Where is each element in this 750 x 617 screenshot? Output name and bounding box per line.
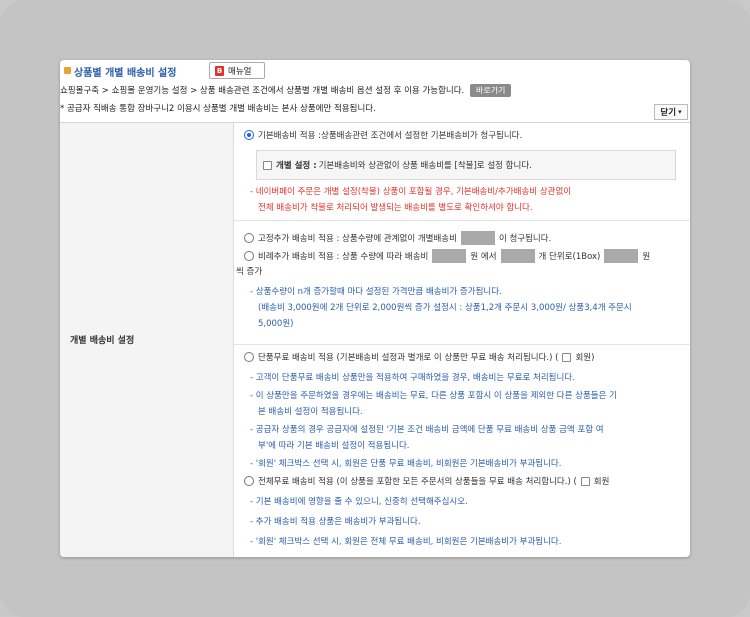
radio-ratio[interactable] [244, 251, 254, 261]
title-bar: 상품별 개별 배송비 설정 B 매뉴얼 [60, 60, 690, 82]
single-help-5: 부'에 따라 기본 배송비 설정이 적용됩니다. [258, 441, 410, 451]
manual-button-label: 매뉴얼 [228, 66, 252, 77]
close-button-label: 닫기 [660, 108, 677, 118]
radio-fixed[interactable] [244, 233, 254, 243]
ratio-help-1: - 상품수량이 n개 증가할때 마다 설정된 가격만큼 배송비가 증가됩니다. [250, 287, 502, 297]
all-member-label: 회원 [593, 477, 610, 487]
manual-book-icon: B [215, 65, 224, 76]
breadcrumb: 쇼핑몰구축 > 쇼핑몰 운영기능 설정 > 상품 배송관련 조건에서 상품별 개… [60, 84, 690, 100]
single-help-1: - 고객이 단품무료 배송비 상품만을 적용하여 구매하였을 경우, 배송비는 … [250, 373, 575, 383]
radio-basic-checked[interactable] [244, 130, 254, 140]
section-basic: 기본배송비 적용 :상품배송관련 조건에서 설정한 기본배송비가 청구됩니다. … [234, 123, 690, 221]
notice-text: * 공급자 직배송 통합 장바구니2 이용시 상품별 개별 배송비는 본사 상품… [60, 104, 376, 114]
naverpay-warning-2: 전체 배송비가 착불로 처리되어 발생되는 배송비를 별도로 확인하셔야 합니다… [258, 203, 533, 213]
title-bullet-icon [64, 67, 71, 74]
row-content: 기본배송비 적용 :상품배송관련 조건에서 설정한 기본배송비가 청구됩니다. … [234, 123, 690, 557]
settings-table: 개별 배송비 설정 기본배송비 적용 :상품배송관련 조건에서 설정한 기본배송… [60, 122, 690, 557]
option-all-free[interactable]: 전체무료 배송비 적용 (이 상품을 포함한 모든 주문서의 상품들을 무료 배… [244, 475, 609, 487]
option-ratio-label-b: 원 에서 [470, 252, 497, 262]
option-single-free-label: 단품무료 배송비 적용 (기본배송비 설정과 별개로 이 상품만 무료 배송 처… [258, 353, 559, 363]
single-help-6: - '회원' 체크박스 선택 시, 회원은 단품 무료 배송비, 비회원은 기본… [250, 459, 562, 469]
option-ratio[interactable]: 비례추가 배송비 적용 : 상품 수량에 따라 배송비 원 에서 개 단위로(1… [244, 249, 650, 263]
radio-all-free[interactable] [244, 476, 254, 486]
option-basic-label: 기본배송비 적용 :상품배송관련 조건에서 설정한 기본배송비가 청구됩니다. [258, 131, 523, 141]
breadcrumb-text: 쇼핑몰구축 > 쇼핑몰 운영기능 설정 > 상품 배송관련 조건에서 상품별 개… [60, 86, 465, 96]
section-free: 단품무료 배송비 적용 (기본배송비 설정과 별개로 이 상품만 무료 배송 처… [234, 345, 690, 557]
ratio-base-fee-input[interactable] [432, 249, 467, 263]
single-help-4: - 공급자 상품의 경우 공급자에 설정된 '기본 조건 배송비 금액에 단품 … [250, 425, 604, 435]
option-ratio-suffix: 씩 증가 [236, 267, 263, 277]
option-ratio-label-c: 개 단위로(1Box) [538, 252, 601, 262]
option-single-free[interactable]: 단품무료 배송비 적용 (기본배송비 설정과 별개로 이 상품만 무료 배송 처… [244, 351, 594, 363]
option-fixed[interactable]: 고정추가 배송비 적용 : 상품수량에 관계없이 개별배송비 이 청구됩니다. [244, 231, 551, 245]
row-header-label: 개별 배송비 설정 [70, 336, 135, 346]
option-fixed-label-b: 이 청구됩니다. [498, 234, 552, 244]
section-additional: 고정추가 배송비 적용 : 상품수량에 관계없이 개별배송비 이 청구됩니다. … [234, 221, 690, 345]
individual-setting-bold: 개별 설정 : [276, 161, 317, 171]
option-fixed-label-a: 고정추가 배송비 적용 : 상품수량에 관계없이 개별배송비 [258, 234, 457, 244]
single-help-2: - 이 상품만을 주문하였을 경우에는 배송비는 무료, 다른 상품 포함시 이… [250, 391, 617, 401]
all-help-2: - 추가 배송비 적용 상품은 배송비가 부과됩니다. [250, 517, 421, 527]
all-member-checkbox[interactable] [580, 476, 590, 486]
ratio-help-3: 5,000원) [258, 319, 294, 329]
goto-button[interactable]: 바로가기 [469, 84, 512, 97]
ratio-help-2: (배송비 3,000원에 2개 단위로 2,000원씩 증가 설정시 : 상품1… [258, 303, 632, 313]
single-member-checkbox[interactable] [562, 352, 572, 362]
option-basic[interactable]: 기본배송비 적용 :상품배송관련 조건에서 설정한 기본배송비가 청구됩니다. [244, 129, 522, 141]
individual-setting-checkbox[interactable] [263, 160, 272, 170]
single-help-3: 본 배송비 설정이 적용됩니다. [258, 407, 363, 417]
shipping-settings-panel: 상품별 개별 배송비 설정 B 매뉴얼 쇼핑몰구축 > 쇼핑몰 운영기능 설정 … [60, 60, 690, 557]
naverpay-warning-1: - 네이버페이 주문은 개별 설정(착불) 상품이 포함될 경우, 기본배송비/… [250, 187, 572, 197]
individual-setting-box: 개별 설정 : 기본배송비와 상관없이 상품 배송비를 [착불]로 설정 합니다… [256, 150, 676, 180]
close-button[interactable]: 닫기 ▾ [654, 104, 688, 120]
fixed-fee-input[interactable] [460, 231, 495, 245]
individual-setting-text: 기본배송비와 상관없이 상품 배송비를 [착불]로 설정 합니다. [318, 161, 532, 171]
option-all-free-label: 전체무료 배송비 적용 (이 상품을 포함한 모든 주문서의 상품들을 무료 배… [258, 477, 577, 487]
manual-button[interactable]: B 매뉴얼 [209, 62, 265, 79]
single-member-label: 회원) [575, 353, 595, 363]
option-ratio-label-a: 비례추가 배송비 적용 : 상품 수량에 따라 배송비 [258, 252, 429, 262]
option-ratio-label-d: 원 [642, 252, 651, 262]
page-title: 상품별 개별 배송비 설정 [74, 68, 177, 79]
row-header: 개별 배송비 설정 [60, 123, 234, 557]
chevron-down-icon: ▾ [678, 108, 682, 116]
ratio-unit-input[interactable] [500, 249, 535, 263]
all-help-3: - '회원' 체크박스 선택 시, 회원은 전체 무료 배송비, 비회원은 기본… [250, 537, 562, 547]
ratio-increment-input[interactable] [604, 249, 639, 263]
all-help-1: - 기본 배송비에 영향을 줄 수 있으니, 신중히 선택해주십시오. [250, 497, 468, 507]
radio-single-free[interactable] [244, 352, 254, 362]
